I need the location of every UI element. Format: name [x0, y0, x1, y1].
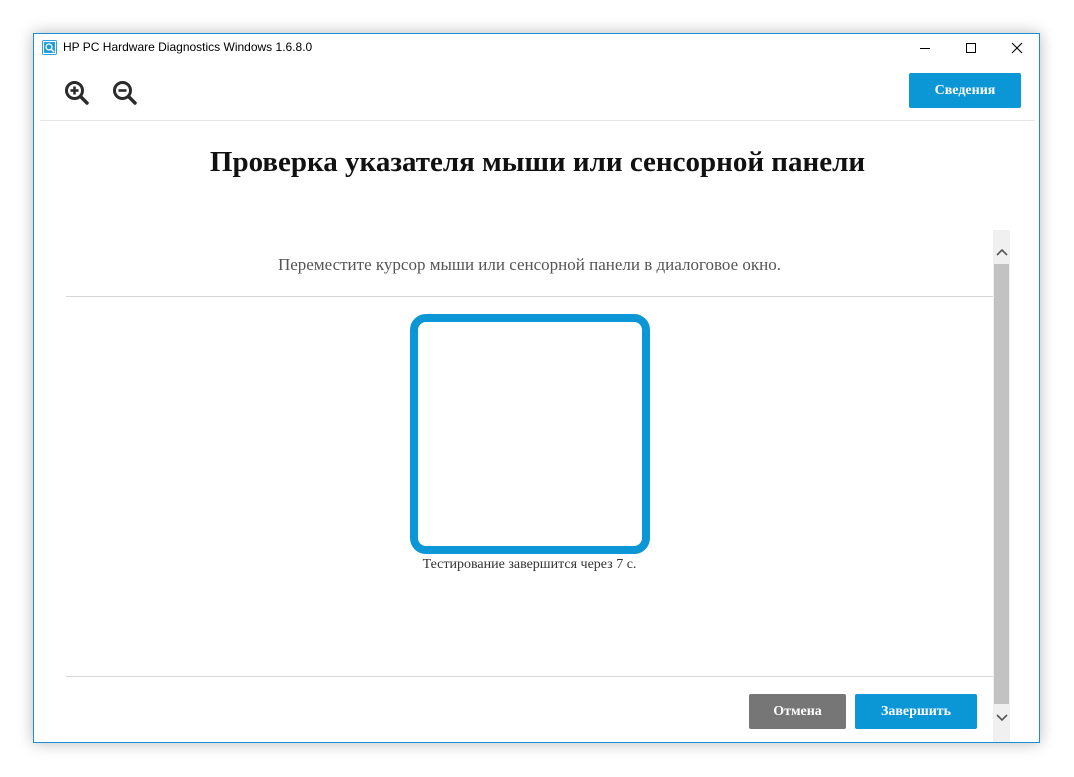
divider [66, 676, 993, 677]
page-title: Проверка указателя мыши или сенсорной па… [209, 146, 866, 178]
instruction-text: Переместите курсор мыши или сенсорной па… [277, 255, 782, 274]
hp-diagnostics-icon [42, 40, 57, 55]
zoom-in-button[interactable] [64, 80, 90, 106]
close-button[interactable] [994, 34, 1039, 62]
minimize-icon [920, 48, 930, 49]
vertical-scrollbar[interactable] [993, 230, 1010, 742]
chevron-up-icon [995, 248, 1008, 256]
scroll-down-button[interactable] [993, 708, 1010, 728]
countdown-text: Тестирование завершится через 7 с. [422, 557, 637, 572]
maximize-button[interactable] [948, 34, 994, 62]
zoom-out-icon [113, 81, 137, 105]
finish-button[interactable]: Завершить [855, 694, 977, 729]
close-icon [1011, 42, 1023, 54]
title-bar[interactable]: HP PC Hardware Diagnostics Windows 1.6.8… [34, 34, 1039, 62]
toolbar: Сведения [40, 62, 1035, 121]
cancel-button[interactable]: Отмена [749, 694, 846, 729]
zoom-in-icon [65, 81, 89, 105]
scrollbar-thumb[interactable] [994, 264, 1009, 704]
info-button[interactable]: Сведения [909, 73, 1021, 108]
test-pane: Переместите курсор мыши или сенсорной па… [66, 230, 993, 742]
window-title: HP PC Hardware Diagnostics Windows 1.6.8… [63, 40, 313, 54]
maximize-icon [966, 43, 976, 53]
chevron-down-icon [995, 714, 1008, 722]
scroll-up-button[interactable] [993, 242, 1010, 262]
divider [66, 296, 993, 297]
mouse-test-area[interactable] [410, 314, 650, 554]
minimize-button[interactable] [902, 34, 948, 62]
app-window: HP PC Hardware Diagnostics Windows 1.6.8… [33, 33, 1040, 743]
zoom-out-button[interactable] [112, 80, 138, 106]
